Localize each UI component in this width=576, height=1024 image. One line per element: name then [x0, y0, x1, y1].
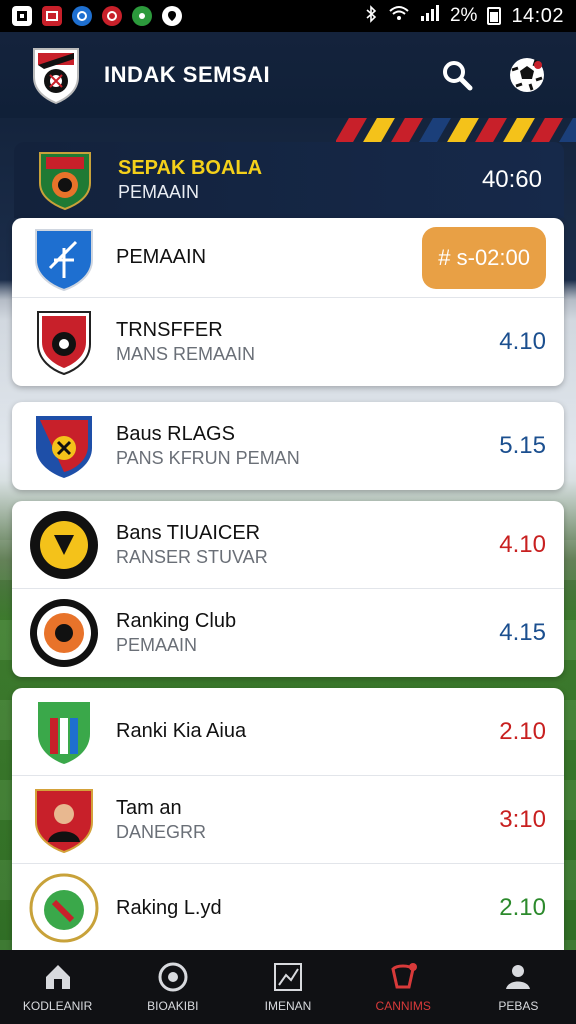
nav-item-trophy[interactable]: CANNIMS [346, 950, 461, 1024]
bluetooth-icon [364, 4, 378, 28]
nav-item-team[interactable]: PEBAS [461, 950, 576, 1024]
row-text: PEMAAIN [116, 246, 206, 269]
nav-label: IMENAN [264, 999, 312, 1013]
row-value: 4.10 [499, 530, 546, 558]
battery-percent: 2% [449, 5, 478, 26]
chart-icon [274, 963, 302, 991]
row-text: Tam an DANEGRR [116, 797, 206, 843]
yellow-round-badge [28, 509, 100, 581]
nav-label: PEBAS [498, 999, 539, 1013]
list-item[interactable]: TRNSFFER MANS REMAAIN 4.10 [12, 298, 564, 386]
row-value: 4.10 [499, 328, 546, 355]
row-value: 2.10 [499, 717, 546, 745]
row-title: Raking L.yd [116, 896, 222, 919]
green-shield-badge [28, 696, 100, 768]
row-title: Tam an [116, 796, 182, 819]
time-pill[interactable]: # s-02:00 [422, 226, 546, 289]
row-text: TRNSFFER MANS REMAAIN [116, 319, 255, 365]
wifi-icon [388, 4, 410, 28]
row-subtitle: RANSER STUVAR [116, 546, 268, 567]
location-icon [162, 6, 182, 26]
team-icon [506, 965, 531, 989]
list-item[interactable]: PEMAAIN # s-02:00 [12, 218, 564, 298]
decorative-stripes [336, 116, 576, 142]
row-title: PEMAAIN [116, 246, 207, 268]
row-text: Ranki Kia Aiua [116, 720, 246, 743]
nav-item-chart[interactable]: IMENAN [230, 950, 345, 1024]
list-item[interactable]: Baus RLAGS PANS KFRUN PEMAN 5.15 [12, 402, 564, 490]
list-item[interactable]: Raking L.yd 2.10 [12, 864, 564, 950]
system-status: 2% 14:02 [364, 4, 564, 28]
player-shield-badge [28, 784, 100, 856]
row-title: Bans TIUAICER [116, 521, 261, 544]
red-circle-app-icon [102, 6, 122, 26]
list-item[interactable]: Bans TIUAICER RANSER STUVAR 4.10 [12, 501, 564, 589]
blue-shield-badge [28, 222, 100, 294]
row-subtitle: PEMAAIN [116, 635, 198, 655]
row-title: Baus RLAGS [116, 423, 235, 445]
match-card: PEMAAIN # s-02:00 TRNSFFER MANS REMAAIN … [12, 218, 564, 386]
featured-text: SEPAK BOALA PEMAAIN [118, 157, 262, 203]
status-bar: 2% 14:02 [0, 0, 576, 32]
signal-icon [420, 4, 440, 28]
row-title: Ranki Kia Aiua [116, 720, 247, 742]
green-app-icon [132, 6, 152, 26]
blue-app-icon [72, 6, 92, 26]
list-item[interactable]: Ranking Club PEMAAIN 4.15 [12, 589, 564, 677]
nav-label: KODLEANIR [22, 999, 93, 1013]
clock: 14:02 [511, 4, 564, 27]
search-icon[interactable] [438, 56, 476, 94]
red-blue-shield-badge [28, 410, 100, 482]
featured-time: 40:60 [481, 166, 542, 193]
square-app-icon [12, 6, 32, 26]
match-card: Baus RLAGS PANS KFRUN PEMAN 5.15 [12, 402, 564, 490]
row-text: Bans TIUAICER RANSER STUVAR [116, 522, 268, 568]
featured-match[interactable]: SEPAK BOALA PEMAAIN 40:60 [14, 142, 564, 218]
featured-title: SEPAK BOALA [118, 157, 263, 179]
row-text: Baus RLAGS PANS KFRUN PEMAN [116, 423, 300, 469]
featured-club-badge [36, 149, 94, 211]
battery-icon [487, 7, 502, 25]
nav-label: BIOAKIBI [147, 999, 199, 1013]
row-subtitle: DANEGRR [116, 821, 207, 842]
row-subtitle: PANS KFRUN PEMAN [116, 448, 300, 468]
row-value: 5.15 [499, 432, 546, 459]
row-subtitle: MANS REMAAIN [116, 344, 256, 364]
red-shield-badge [28, 306, 100, 378]
match-card: Ranki Kia Aiua 2.10 Tam an DANEGRR 3:10 [12, 688, 564, 950]
row-title: TRNSFFER [116, 319, 223, 341]
bottom-nav: KODLEANIR BIOAKIBI IMENAN CANNIMS PEBAS [0, 950, 576, 1024]
header-actions [438, 56, 546, 94]
notification-icons [12, 6, 182, 26]
app-logo[interactable] [30, 45, 82, 105]
nav-item-home[interactable]: KODLEANIR [0, 950, 115, 1024]
orange-round-badge [28, 597, 100, 669]
list-item[interactable]: Ranki Kia Aiua 2.10 [12, 688, 564, 776]
row-text: Raking L.yd [116, 897, 222, 920]
green-round-badge [28, 872, 100, 944]
ball-icon [158, 962, 188, 992]
app-header: INDAK SEMSAI [0, 32, 576, 118]
trophy-icon [391, 963, 418, 989]
row-text: Ranking Club PEMAAIN [116, 610, 236, 656]
row-value: 4.15 [499, 619, 546, 646]
list-item[interactable]: Tam an DANEGRR 3:10 [12, 776, 564, 864]
match-card: Bans TIUAICER RANSER STUVAR 4.10 Ranking… [12, 501, 564, 677]
red-app-icon [42, 6, 62, 26]
soccer-ball-icon[interactable] [508, 56, 546, 94]
featured-subtitle: PEMAAIN [118, 182, 200, 202]
nav-item-ball[interactable]: BIOAKIBI [115, 950, 230, 1024]
app-title: INDAK SEMSAI [104, 62, 271, 87]
nav-label: CANNIMS [375, 999, 431, 1013]
home-icon [45, 965, 70, 989]
row-value: 3:10 [499, 805, 546, 833]
row-value: 2.10 [499, 894, 546, 921]
row-title: Ranking Club [116, 610, 237, 632]
